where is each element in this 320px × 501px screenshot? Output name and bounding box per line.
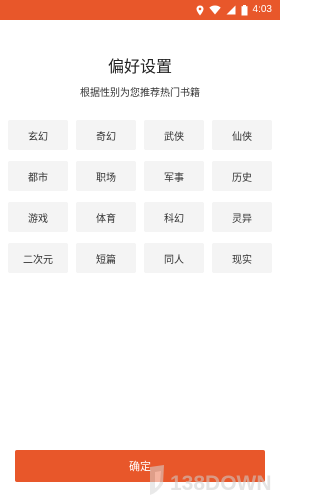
genre-item-kehuan[interactable]: 科幻 (144, 202, 204, 232)
wifi-icon (208, 5, 221, 15)
genre-item-xianxia[interactable]: 仙侠 (212, 120, 272, 150)
status-time: 4:03 (252, 4, 272, 15)
genre-item-tongren[interactable]: 同人 (144, 243, 204, 273)
signal-icon (226, 5, 236, 15)
genre-item-xuanhuan[interactable]: 玄幻 (8, 120, 68, 150)
genre-grid: 玄幻 奇幻 武侠 仙侠 都市 职场 军事 历史 游戏 体育 科幻 灵异 二次元 … (8, 120, 272, 273)
genre-item-tiyu[interactable]: 体育 (76, 202, 136, 232)
genre-item-lingyi[interactable]: 灵异 (212, 202, 272, 232)
watermark-text: 138DOWN (170, 472, 272, 495)
genre-item-dushi[interactable]: 都市 (8, 161, 68, 191)
genre-item-duanpian[interactable]: 短篇 (76, 243, 136, 273)
genre-item-erciyuan[interactable]: 二次元 (8, 243, 68, 273)
genre-item-zhichang[interactable]: 职场 (76, 161, 136, 191)
status-icons: 4:03 (196, 3, 272, 17)
page-title: 偏好设置 (107, 57, 172, 76)
genre-item-junshi[interactable]: 军事 (144, 161, 204, 191)
battery-icon (241, 4, 248, 16)
watermark-logo: 138DOWN (146, 462, 280, 497)
genre-item-lishi[interactable]: 历史 (212, 161, 272, 191)
genre-item-xianshi[interactable]: 现实 (212, 243, 272, 273)
location-icon (196, 5, 204, 16)
page-subtitle: 根据性别为您推荐热门书籍 (80, 88, 200, 99)
genre-item-qihuan[interactable]: 奇幻 (76, 120, 136, 150)
genre-item-wuxia[interactable]: 武侠 (144, 120, 204, 150)
genre-item-youxi[interactable]: 游戏 (8, 202, 68, 232)
status-bar: 4:03 (0, 0, 280, 20)
